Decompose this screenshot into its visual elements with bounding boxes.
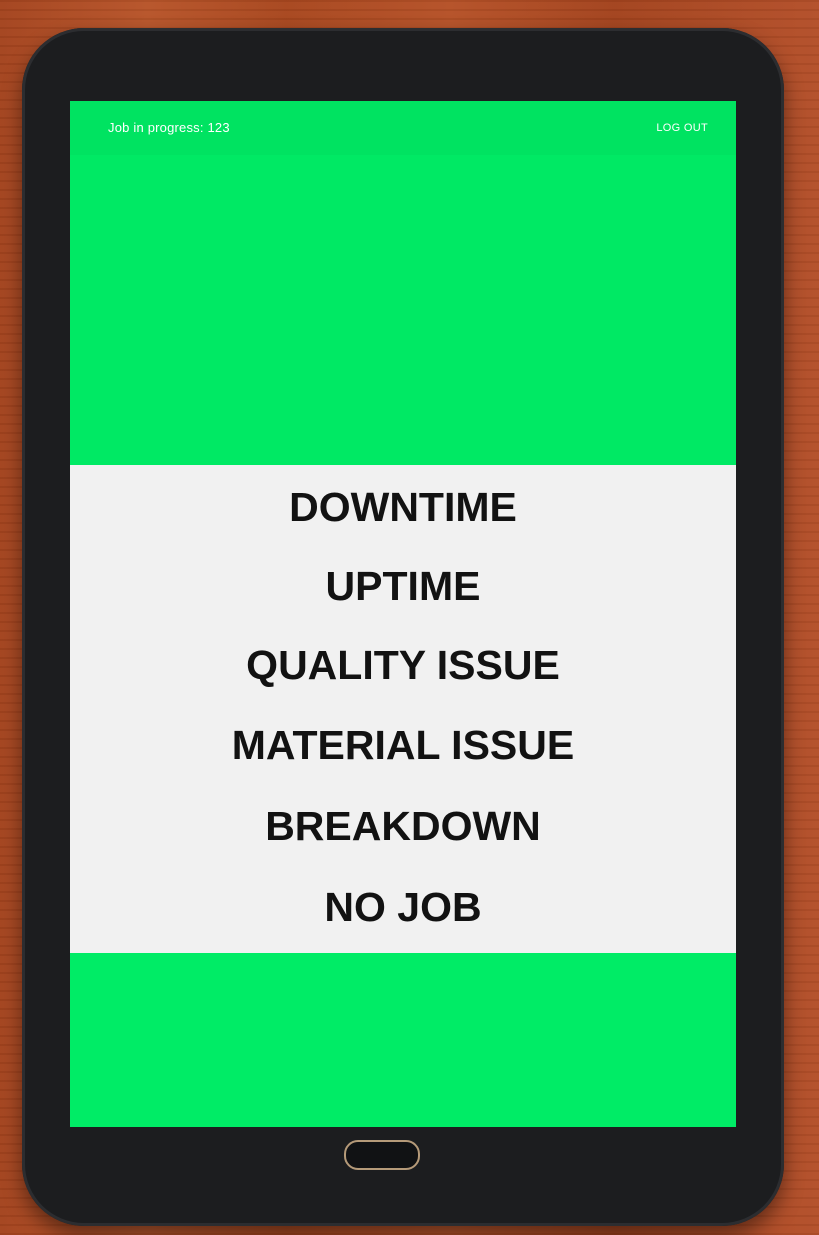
downtime-button[interactable]: DOWNTIME bbox=[70, 467, 736, 547]
bottom-status-panel bbox=[70, 953, 736, 1127]
uptime-button[interactable]: UPTIME bbox=[70, 546, 736, 626]
tablet-screen: Job in progress: 123 LOG OUT DOWNTIME UP… bbox=[70, 101, 736, 1127]
home-button-icon[interactable] bbox=[344, 1140, 420, 1170]
material-issue-button[interactable]: MATERIAL ISSUE bbox=[70, 705, 736, 785]
quality-issue-button[interactable]: QUALITY ISSUE bbox=[70, 625, 736, 705]
tablet-device: Job in progress: 123 LOG OUT DOWNTIME UP… bbox=[22, 28, 784, 1226]
no-job-button[interactable]: NO JOB bbox=[70, 867, 736, 947]
breakdown-button[interactable]: BREAKDOWN bbox=[70, 786, 736, 866]
status-menu: DOWNTIME UPTIME QUALITY ISSUE MATERIAL I… bbox=[70, 465, 736, 953]
logout-button[interactable]: LOG OUT bbox=[656, 122, 708, 134]
app-toolbar: Job in progress: 123 LOG OUT bbox=[70, 101, 736, 155]
status-color-panel bbox=[70, 155, 736, 465]
job-status-text: Job in progress: 123 bbox=[108, 120, 230, 135]
